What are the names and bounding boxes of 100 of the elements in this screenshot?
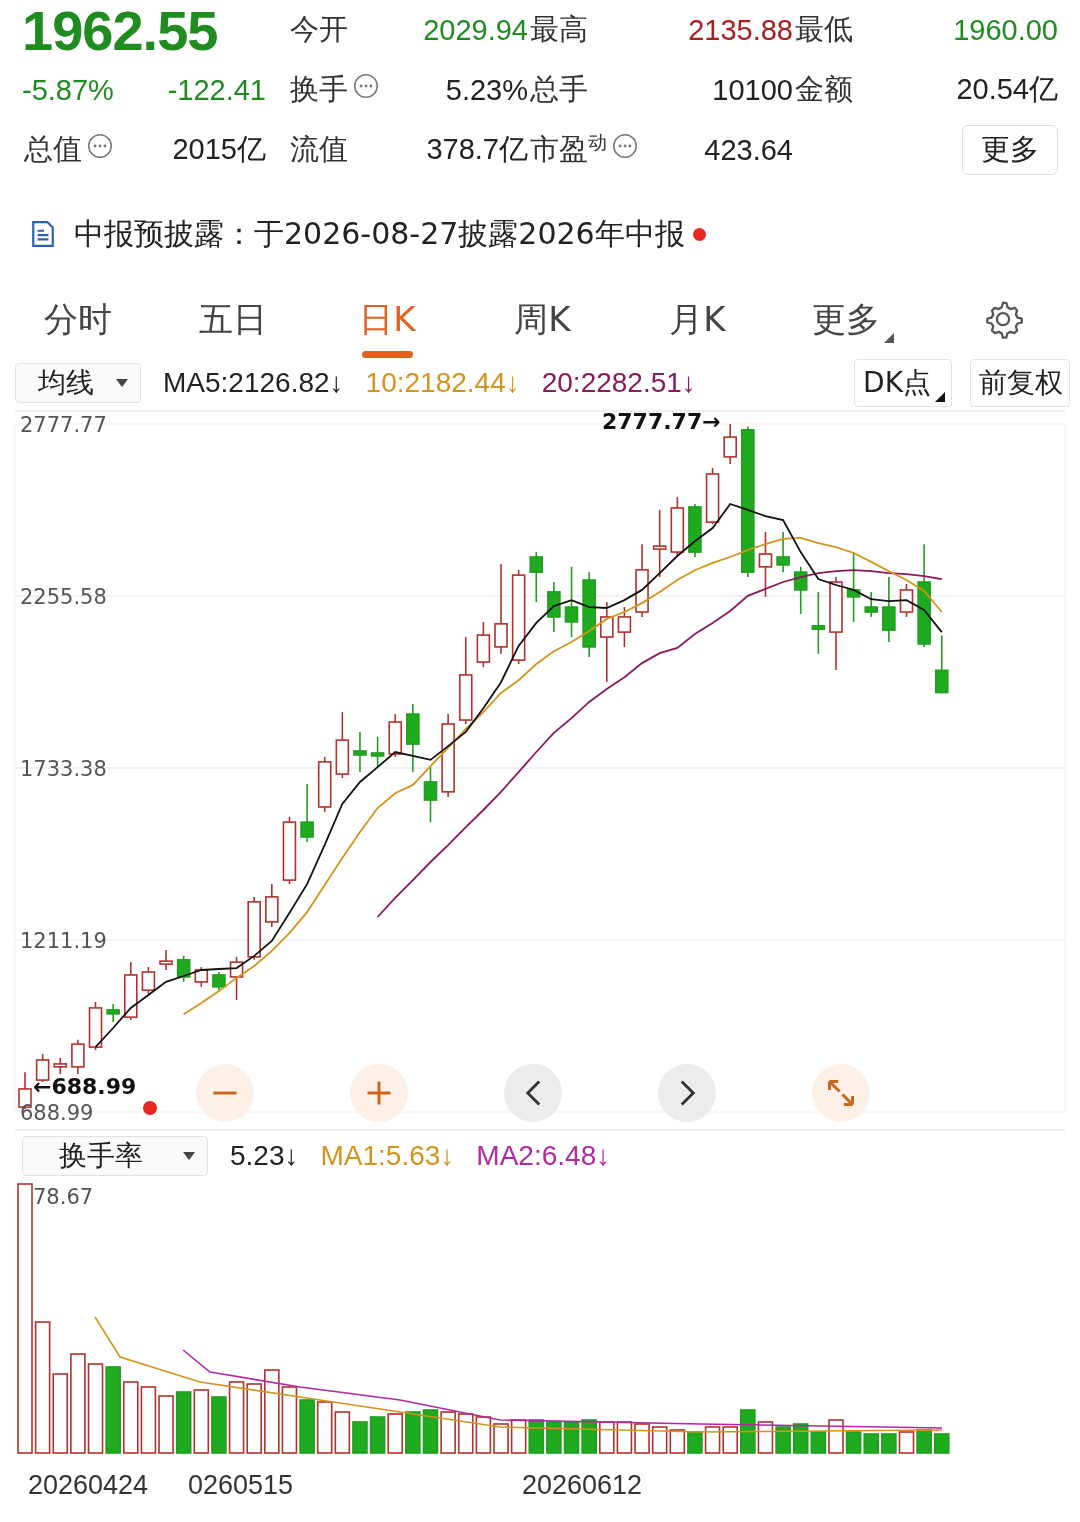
turnover-legend: MA1:5.63↓ [320,1140,455,1172]
ellipsis-circle-icon[interactable] [88,134,112,158]
candlestick [370,736,385,768]
ellipsis-circle-icon[interactable] [613,134,637,158]
candlestick [300,783,314,843]
candlestick [934,634,949,695]
candlestick [864,591,879,618]
date-label: 20260424 [28,1469,150,1501]
minus-icon [212,1090,238,1096]
stat-label: 流值 [290,131,348,168]
candlestick [176,955,191,983]
candlestick [617,606,632,648]
ellipsis-circle-icon[interactable] [354,74,378,98]
candlestick [265,883,279,928]
candlestick [88,1001,103,1051]
candlestick [229,956,244,1001]
stat-value: 5.23% [444,73,528,107]
stat-label: 今开 [290,11,348,48]
candlestick [882,576,896,643]
candlestick [476,621,491,668]
candlestick [529,551,544,603]
stock-price: 1962.55 [22,0,219,63]
turnover-legend: MA2:6.48↓ [476,1140,611,1172]
more-button[interactable]: 更多 [962,125,1058,175]
stat-label: 换手 [290,71,348,108]
candlestick [53,1057,68,1075]
moving-average-legend: 20:2282.51↓ [541,367,696,399]
moving-average-legend: MA5:2126.82↓ [163,367,344,399]
candlestick [159,949,173,971]
candlestick [564,566,579,638]
candlestick [282,816,297,885]
moving-average-legend: 10:2182.44↓ [365,367,520,399]
axis-label: 688.99 [20,1101,94,1125]
stat-value: 1960.00 [952,13,1058,47]
chart-tab[interactable]: 五日 [155,282,310,358]
indicator-dropdown[interactable]: 均线 [15,363,141,403]
candlestick [758,531,773,598]
candlestick [71,1039,85,1075]
chart-tab[interactable]: 日K [310,282,465,358]
chart-option-button[interactable]: 前复权 [970,359,1070,407]
chart-tab[interactable]: 周K [465,282,620,358]
expand-icon [828,1080,854,1106]
chart-option-button[interactable]: DK点 [854,359,952,407]
candlestick [776,531,790,573]
candlestick [212,971,226,991]
change-amount: -122.41 [167,73,266,107]
candlestick [793,566,808,615]
stat-superscript: 动 [588,130,607,153]
stat-value: 378.7亿 [425,132,528,167]
turnover-legend: 5.23↓ [230,1140,299,1172]
stat-value: 20.54亿 [955,72,1058,107]
stat-value: 2135.88 [687,13,793,47]
low-price-marker: ←688.99 [33,1074,137,1099]
stat-label: 总手 [530,71,588,108]
candlestick [723,423,737,465]
axis-label: 1211.19 [20,929,107,953]
stat-value: 2029.94 [422,13,528,47]
stat-label: 最低 [795,11,853,48]
high-price-marker: 2777.77→ [602,410,721,434]
stat-value: 2015亿 [172,132,266,167]
candlestick [688,503,702,558]
current-point-marker [143,1101,157,1115]
disclosure-notice[interactable]: 中报预披露：于2026-08-27披露2026年中报 [74,213,685,255]
stat-label: 最高 [530,11,588,48]
candlestick [652,509,667,578]
candlestick [547,581,561,633]
candlestick [670,496,685,558]
stat-value: 423.64 [703,133,793,167]
chart-tab[interactable]: 分时 [0,282,155,358]
stat-value: 10100 [711,73,793,107]
candlestick [106,1003,120,1023]
candlestick [388,713,403,758]
candlestick [423,766,438,823]
candlestick [811,591,826,655]
candlestick [124,961,138,1021]
candlestick [846,551,861,623]
axis-label: 2255.58 [20,585,107,609]
chart-tab[interactable]: 更多 [775,282,930,358]
date-label: 20260612 [522,1469,643,1501]
stat-label: 市盈 [530,131,588,168]
candlestick [335,711,350,779]
date-label: 0260515 [188,1469,295,1501]
chart-tab[interactable]: 月K [620,282,775,358]
candlestick [141,966,156,995]
candlestick [406,703,420,773]
candlestick [899,583,914,618]
indicator-dropdown[interactable]: 换手率 [22,1136,208,1176]
candlestick [194,966,209,988]
axis-label: 1733.38 [20,757,107,781]
document-icon [32,221,54,247]
stat-label: 总值 [24,132,82,167]
candlestick [247,896,261,961]
chevron-right-icon [679,1080,695,1106]
axis-label: 2777.77 [20,413,107,437]
candlestick [317,756,332,813]
axis-label: 78.67 [33,1185,94,1209]
candlestick [705,467,720,525]
change-percent: -5.87% [22,73,114,107]
candlestick [353,731,367,773]
chevron-left-icon [525,1080,541,1106]
